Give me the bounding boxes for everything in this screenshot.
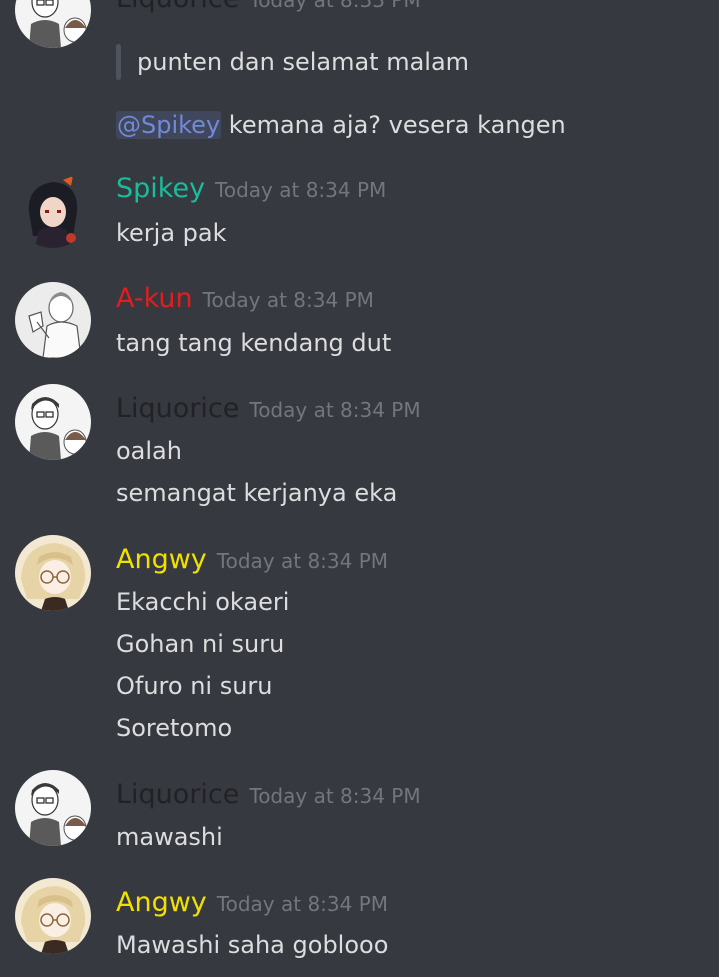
message-text: Soretomo <box>116 714 233 742</box>
sketch-boy-glasses-avatar-icon <box>15 0 91 48</box>
message-group: Spikey Today at 8:34 PM kerja pak <box>0 172 719 252</box>
message-header: Liquorice Today at 8:34 PM <box>116 392 421 426</box>
sketch-figure-avatar-icon <box>15 282 91 358</box>
anime-blonde-glasses-avatar-icon <box>15 878 91 954</box>
user-mention[interactable]: @Spikey <box>116 111 222 139</box>
message-group: Angwy Today at 8:34 PM Ekacchi okaeri Goh… <box>0 535 719 743</box>
username[interactable]: Angwy <box>116 887 207 918</box>
message-text: Ofuro ni suru <box>116 672 273 700</box>
user-avatar[interactable] <box>15 384 91 460</box>
message-header: Liquorice Today at 8:33 PM <box>116 0 421 16</box>
chat-message-list: Liquorice Today at 8:33 PM punten dan sel… <box>0 0 719 977</box>
username[interactable]: Liquorice <box>116 0 239 14</box>
anime-dark-hair-avatar-icon <box>15 172 91 248</box>
sketch-boy-glasses-avatar-icon <box>15 384 91 460</box>
anime-blonde-glasses-avatar-icon <box>15 535 91 611</box>
message-header: Angwy Today at 8:34 PM <box>116 886 388 920</box>
timestamp: Today at 8:34 PM <box>216 549 389 573</box>
message-group: Liquorice Today at 8:33 PM punten dan sel… <box>0 0 719 142</box>
user-avatar[interactable] <box>15 0 91 48</box>
message-text: Mawashi saha goblooo <box>116 931 389 959</box>
message-header: Angwy Today at 8:34 PM <box>116 543 388 577</box>
user-avatar[interactable] <box>15 172 91 248</box>
user-avatar[interactable] <box>15 770 91 846</box>
username[interactable]: Angwy <box>116 544 207 575</box>
timestamp: Today at 8:34 PM <box>202 288 374 312</box>
timestamp: Today at 8:34 PM <box>249 784 421 808</box>
username[interactable]: A-kun <box>116 283 193 314</box>
message-text: kerja pak <box>116 219 227 247</box>
message-header: Liquorice Today at 8:34 PM <box>116 778 421 812</box>
message-text: tang tang kendang dut <box>116 329 392 357</box>
username[interactable]: Liquorice <box>116 779 239 810</box>
message-text: Ekacchi okaeri <box>116 588 290 616</box>
message-group: A-kun Today at 8:34 PM tang tang kendang … <box>0 282 719 362</box>
quote-text: punten dan selamat malam <box>137 48 470 76</box>
user-avatar[interactable] <box>15 878 91 954</box>
message-group: Liquorice Today at 8:34 PM mawashi <box>0 770 719 858</box>
message-text: Gohan ni suru <box>116 630 285 658</box>
username[interactable]: Spikey <box>116 173 205 204</box>
timestamp: Today at 8:34 PM <box>215 178 387 202</box>
timestamp: Today at 8:33 PM <box>249 0 421 12</box>
timestamp: Today at 8:34 PM <box>249 398 421 422</box>
message-group: Liquorice Today at 8:34 PM oalah semangat… <box>0 384 719 512</box>
message-text: @Spikey kemana aja? vesera kangen <box>116 110 566 140</box>
quote-bar <box>116 44 121 80</box>
username[interactable]: Liquorice <box>116 393 239 424</box>
message-text: oalah <box>116 437 182 465</box>
timestamp: Today at 8:34 PM <box>216 892 389 916</box>
user-avatar[interactable] <box>15 282 91 358</box>
message-text-rest: kemana aja? vesera kangen <box>221 111 566 139</box>
sketch-boy-glasses-avatar-icon <box>15 770 91 846</box>
user-avatar[interactable] <box>15 535 91 611</box>
message-group: Angwy Today at 8:34 PM Mawashi saha goblo… <box>0 878 719 966</box>
message-header: Spikey Today at 8:34 PM <box>116 172 386 206</box>
message-text: semangat kerjanya eka <box>116 479 398 507</box>
message-text: mawashi <box>116 823 223 851</box>
message-header: A-kun Today at 8:34 PM <box>116 282 374 316</box>
